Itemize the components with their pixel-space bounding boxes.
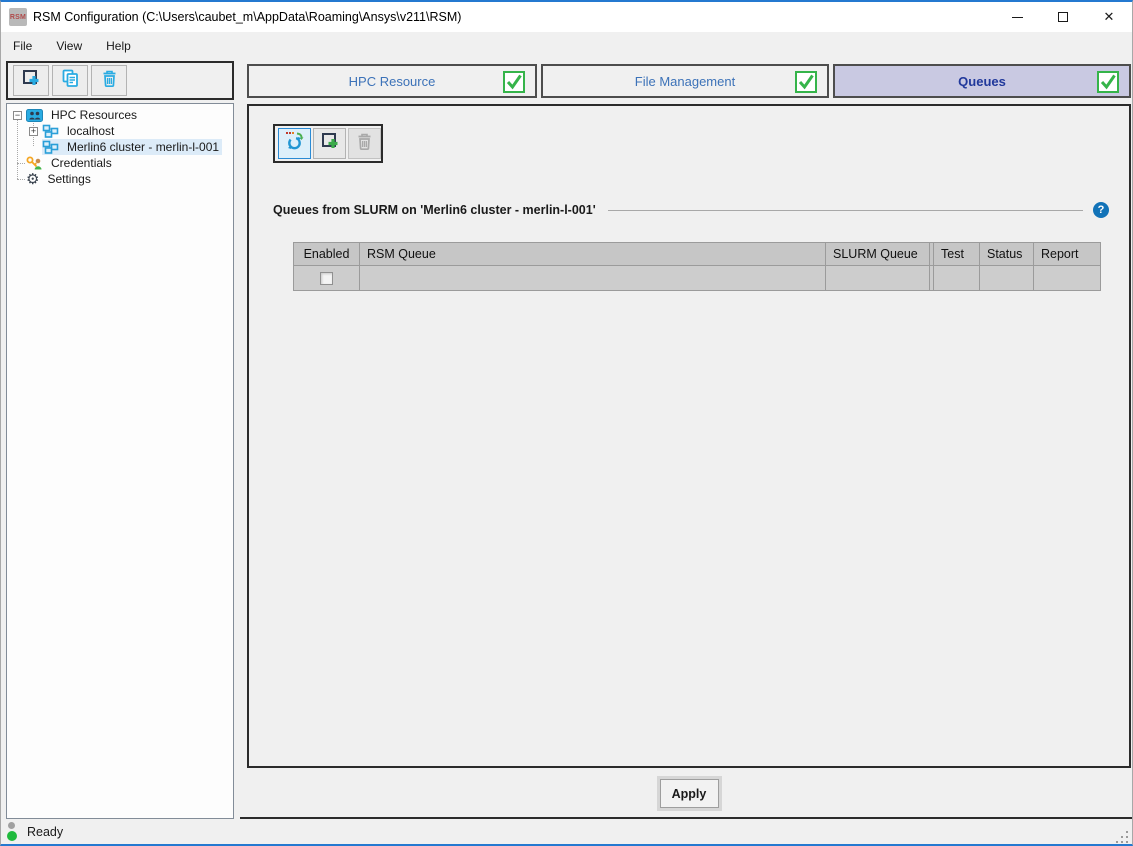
trash-icon: [355, 132, 374, 156]
add-resource-button[interactable]: [13, 65, 49, 96]
credentials-icon: [26, 156, 43, 170]
tree-item-localhost[interactable]: + localhost: [29, 123, 117, 139]
menu-file[interactable]: File: [1, 35, 44, 57]
resize-grip[interactable]: [1115, 830, 1128, 843]
close-icon: ✕: [1104, 11, 1115, 24]
tree-item-label: Credentials: [48, 155, 115, 171]
tab-hpc-resource[interactable]: HPC Resource: [247, 64, 537, 98]
refresh-queues-button[interactable]: [278, 128, 311, 159]
section-divider: [608, 210, 1083, 211]
column-header-test[interactable]: Test: [934, 243, 980, 265]
cluster-icon: [42, 124, 59, 138]
column-header-report[interactable]: Report: [1034, 243, 1100, 265]
delete-resource-button[interactable]: [91, 65, 127, 96]
minimize-icon: [1012, 17, 1023, 18]
bottom-separator: [240, 817, 1132, 819]
table-header: Enabled RSM Queue SLURM Queue Test Statu…: [294, 243, 1100, 266]
hpc-resources-icon: [26, 109, 43, 122]
column-header-status[interactable]: Status: [980, 243, 1034, 265]
cell-rsm-queue[interactable]: [360, 266, 826, 290]
column-header-rsm-queue[interactable]: RSM Queue: [360, 243, 826, 265]
section-title: Queues from SLURM on 'Merlin6 cluster - …: [273, 203, 596, 217]
help-icon[interactable]: ?: [1093, 202, 1109, 218]
tree-guide-line: [17, 116, 18, 179]
table-body: [294, 266, 1100, 290]
queues-panel: Queues from SLURM on 'Merlin6 cluster - …: [247, 104, 1131, 768]
delete-queue-button[interactable]: [348, 128, 381, 159]
window-controls: ✕: [994, 2, 1132, 32]
enabled-checkbox[interactable]: [320, 272, 333, 285]
column-header-enabled[interactable]: Enabled: [294, 243, 360, 265]
add-icon: [320, 131, 340, 156]
title-bar[interactable]: RSM RSM Configuration (C:\Users\caubet_m…: [1, 2, 1132, 32]
tree-item-label: localhost: [64, 123, 117, 139]
checkmark-icon: [1097, 71, 1119, 98]
checkmark-icon: [503, 71, 525, 98]
menu-bar: File View Help: [1, 32, 1132, 60]
config-tab-bar: HPC Resource File Management Queues: [247, 64, 1131, 98]
minimize-button[interactable]: [994, 2, 1040, 32]
add-queue-button[interactable]: [313, 128, 346, 159]
expand-toggle[interactable]: +: [29, 127, 38, 136]
checkmark-icon: [795, 71, 817, 98]
cell-report[interactable]: [1034, 266, 1100, 290]
maximize-icon: [1058, 12, 1068, 22]
tab-label: HPC Resource: [349, 74, 436, 89]
status-bar: Ready: [1, 820, 1132, 846]
status-indicator-icon: [7, 822, 17, 843]
queues-toolbar: [273, 124, 383, 163]
settings-gear-icon: ⚙: [26, 172, 39, 186]
duplicate-resource-button[interactable]: [52, 65, 88, 96]
tree-item-merlin6-cluster[interactable]: Merlin6 cluster - merlin-l-001: [42, 139, 222, 155]
cluster-icon: [42, 140, 59, 154]
menu-view[interactable]: View: [44, 35, 94, 57]
tab-file-management[interactable]: File Management: [541, 64, 829, 98]
trash-icon: [100, 69, 119, 93]
queues-table: Enabled RSM Queue SLURM Queue Test Statu…: [293, 242, 1101, 291]
rsm-configuration-window: RSM RSM Configuration (C:\Users\caubet_m…: [0, 0, 1133, 846]
add-icon: [21, 68, 41, 93]
app-icon: RSM: [9, 8, 27, 26]
tree-item-label: Merlin6 cluster - merlin-l-001: [64, 139, 222, 155]
close-button[interactable]: ✕: [1086, 2, 1132, 32]
tab-label: Queues: [958, 74, 1006, 89]
window-title: RSM Configuration (C:\Users\caubet_m\App…: [33, 10, 461, 24]
tree-guide-line: [17, 163, 25, 164]
tree-guide-line: [17, 179, 25, 180]
resource-tree: − HPC Resources +: [6, 103, 234, 819]
menu-help[interactable]: Help: [94, 35, 143, 57]
tree-item-hpc-resources[interactable]: − HPC Resources: [13, 107, 140, 123]
column-header-slurm-queue[interactable]: SLURM Queue: [826, 243, 930, 265]
tree-item-credentials[interactable]: Credentials: [26, 155, 115, 171]
cell-slurm-queue[interactable]: [826, 266, 930, 290]
tree-item-label: HPC Resources: [48, 107, 140, 123]
apply-area: Apply: [247, 770, 1131, 817]
tab-label: File Management: [635, 74, 735, 89]
refresh-icon: [284, 130, 306, 157]
cell-test[interactable]: [934, 266, 980, 290]
duplicate-icon: [61, 69, 80, 93]
section-header: Queues from SLURM on 'Merlin6 cluster - …: [273, 202, 1109, 218]
table-row[interactable]: [294, 266, 1100, 290]
apply-button[interactable]: Apply: [660, 779, 719, 808]
maximize-button[interactable]: [1040, 2, 1086, 32]
tree-item-settings[interactable]: ⚙ Settings: [26, 171, 94, 187]
tree-item-label: Settings: [44, 171, 93, 187]
cell-status[interactable]: [980, 266, 1034, 290]
tab-queues[interactable]: Queues: [833, 64, 1131, 98]
status-text: Ready: [27, 825, 63, 839]
resource-toolbar: [6, 61, 234, 100]
collapse-toggle[interactable]: −: [13, 111, 22, 120]
